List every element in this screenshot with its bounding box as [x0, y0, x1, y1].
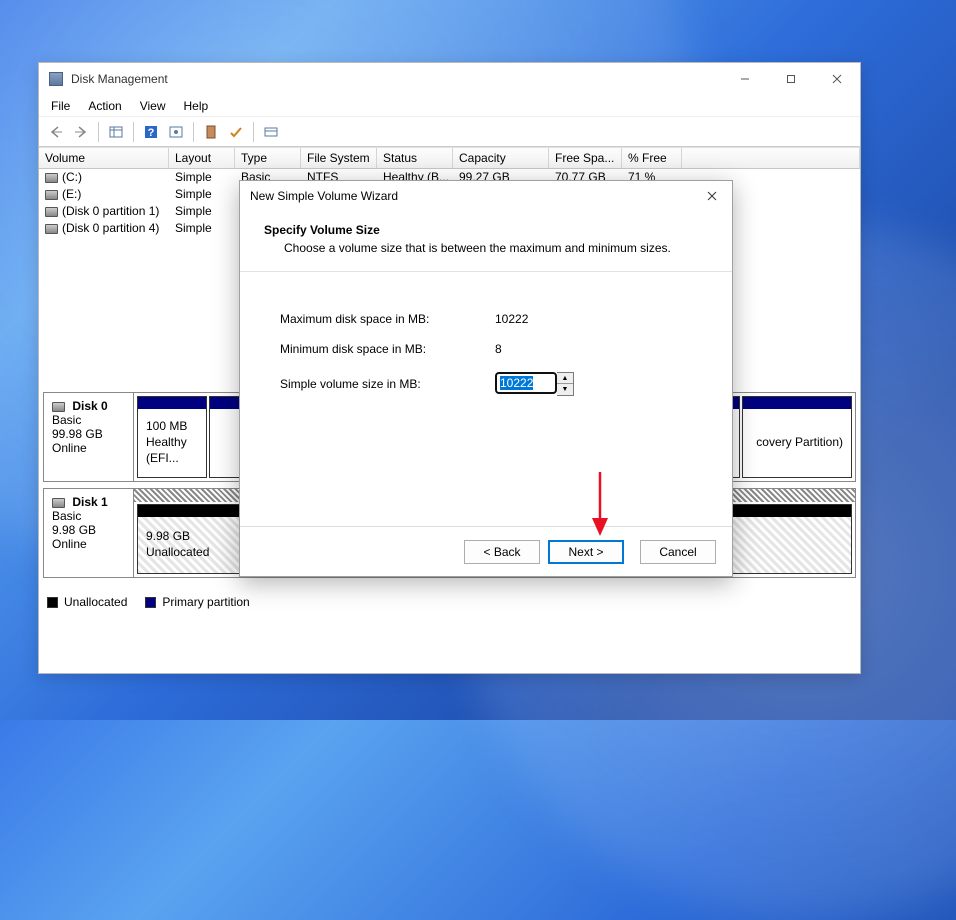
col-type[interactable]: Type [235, 148, 301, 168]
disk-size: 99.98 GB [52, 427, 103, 441]
spinner-up-button[interactable]: ▲ [557, 373, 573, 384]
cell-volume: (E:) [62, 187, 81, 201]
partition-status: Unallocated [146, 545, 209, 559]
volume-size-input[interactable] [495, 372, 557, 394]
legend-square-primary [145, 597, 156, 608]
col-pctfree[interactable]: % Free [622, 148, 682, 168]
maximize-button[interactable] [768, 63, 814, 95]
toolbar: ? [39, 117, 860, 147]
wizard-title: New Simple Volume Wizard [250, 189, 398, 203]
view-list-button[interactable] [105, 121, 127, 143]
col-spacer [682, 148, 860, 168]
legend-label-unallocated: Unallocated [64, 595, 127, 609]
cell-volume: (C:) [62, 170, 82, 184]
app-icon [49, 72, 63, 86]
col-freespace[interactable]: Free Spa... [549, 148, 622, 168]
menu-view[interactable]: View [132, 97, 174, 115]
col-volume[interactable]: Volume [39, 148, 169, 168]
cell-layout: Simple [169, 186, 235, 203]
col-status[interactable]: Status [377, 148, 453, 168]
help-button[interactable]: ? [140, 121, 162, 143]
cell-layout: Simple [169, 169, 235, 186]
spinner-down-button[interactable]: ▼ [557, 384, 573, 395]
cancel-button[interactable]: Cancel [640, 540, 716, 564]
menu-help[interactable]: Help [176, 97, 217, 115]
col-capacity[interactable]: Capacity [453, 148, 549, 168]
close-button[interactable] [814, 63, 860, 95]
toolbar-separator [98, 122, 99, 142]
max-space-label: Maximum disk space in MB: [280, 312, 495, 326]
partition-recovery[interactable]: covery Partition) [742, 396, 852, 478]
col-layout[interactable]: Layout [169, 148, 235, 168]
wizard-subtitle: Choose a volume size that is between the… [264, 237, 708, 259]
partition-size: 9.98 GB [146, 529, 190, 543]
partition-size: 100 MB [146, 419, 187, 433]
cell-layout: Simple [169, 203, 235, 220]
toolbar-separator [193, 122, 194, 142]
disk-type: Basic [52, 509, 81, 523]
back-button[interactable]: < Back [464, 540, 540, 564]
refresh-button[interactable] [200, 121, 222, 143]
window-title: Disk Management [71, 72, 168, 86]
menubar: File Action View Help [39, 95, 860, 117]
disk-label[interactable]: Disk 1 Basic 9.98 GB Online [44, 489, 134, 577]
menu-file[interactable]: File [43, 97, 78, 115]
volume-icon [45, 224, 58, 234]
wizard-body: Maximum disk space in MB: 10222 Minimum … [240, 272, 732, 452]
volume-size-spinner: ▲ ▼ [495, 372, 574, 396]
wizard-close-button[interactable] [692, 181, 732, 211]
volume-icon [45, 190, 58, 200]
partition-status: covery Partition) [756, 435, 843, 449]
disk-icon [52, 402, 65, 412]
nav-back-button[interactable] [45, 121, 67, 143]
min-space-value: 8 [495, 342, 502, 356]
disk-type: Basic [52, 413, 81, 427]
legend: Unallocated Primary partition [39, 588, 860, 616]
wizard-titlebar: New Simple Volume Wizard [240, 181, 732, 211]
disk-status: Online [52, 441, 87, 455]
next-button[interactable]: Next > [548, 540, 624, 564]
volume-icon [45, 173, 58, 183]
partition-efi[interactable]: 100 MB Healthy (EFI... [137, 396, 207, 478]
disk-name: Disk 1 [72, 495, 107, 509]
new-volume-wizard-dialog: New Simple Volume Wizard Specify Volume … [239, 180, 733, 577]
wizard-button-bar: < Back Next > Cancel [240, 526, 732, 576]
toolbar-separator [253, 122, 254, 142]
apply-button[interactable] [225, 121, 247, 143]
col-filesystem[interactable]: File System [301, 148, 377, 168]
titlebar: Disk Management [39, 63, 860, 95]
wizard-heading: Specify Volume Size [264, 223, 380, 237]
svg-text:?: ? [148, 127, 155, 139]
partition-status: Healthy (EFI... [146, 435, 187, 465]
menu-action[interactable]: Action [80, 97, 129, 115]
min-space-label: Minimum disk space in MB: [280, 342, 495, 356]
window-controls [722, 63, 860, 95]
cell-volume: (Disk 0 partition 4) [62, 221, 159, 235]
disk-label[interactable]: Disk 0 Basic 99.98 GB Online [44, 393, 134, 481]
legend-label-primary: Primary partition [162, 595, 249, 609]
volume-icon [45, 207, 58, 217]
disk-size: 9.98 GB [52, 523, 96, 537]
annotation-arrow [588, 470, 612, 543]
cell-volume: (Disk 0 partition 1) [62, 204, 159, 218]
disk-icon [52, 498, 65, 508]
minimize-button[interactable] [722, 63, 768, 95]
volume-size-label: Simple volume size in MB: [280, 377, 495, 391]
volume-list-header: Volume Layout Type File System Status Ca… [39, 147, 860, 169]
max-space-value: 10222 [495, 312, 528, 326]
cell-layout: Simple [169, 220, 235, 237]
toolbar-separator [133, 122, 134, 142]
legend-square-unallocated [47, 597, 58, 608]
properties-button[interactable] [260, 121, 282, 143]
nav-forward-button[interactable] [70, 121, 92, 143]
disk-name: Disk 0 [72, 399, 107, 413]
settings-button[interactable] [165, 121, 187, 143]
disk-status: Online [52, 537, 87, 551]
